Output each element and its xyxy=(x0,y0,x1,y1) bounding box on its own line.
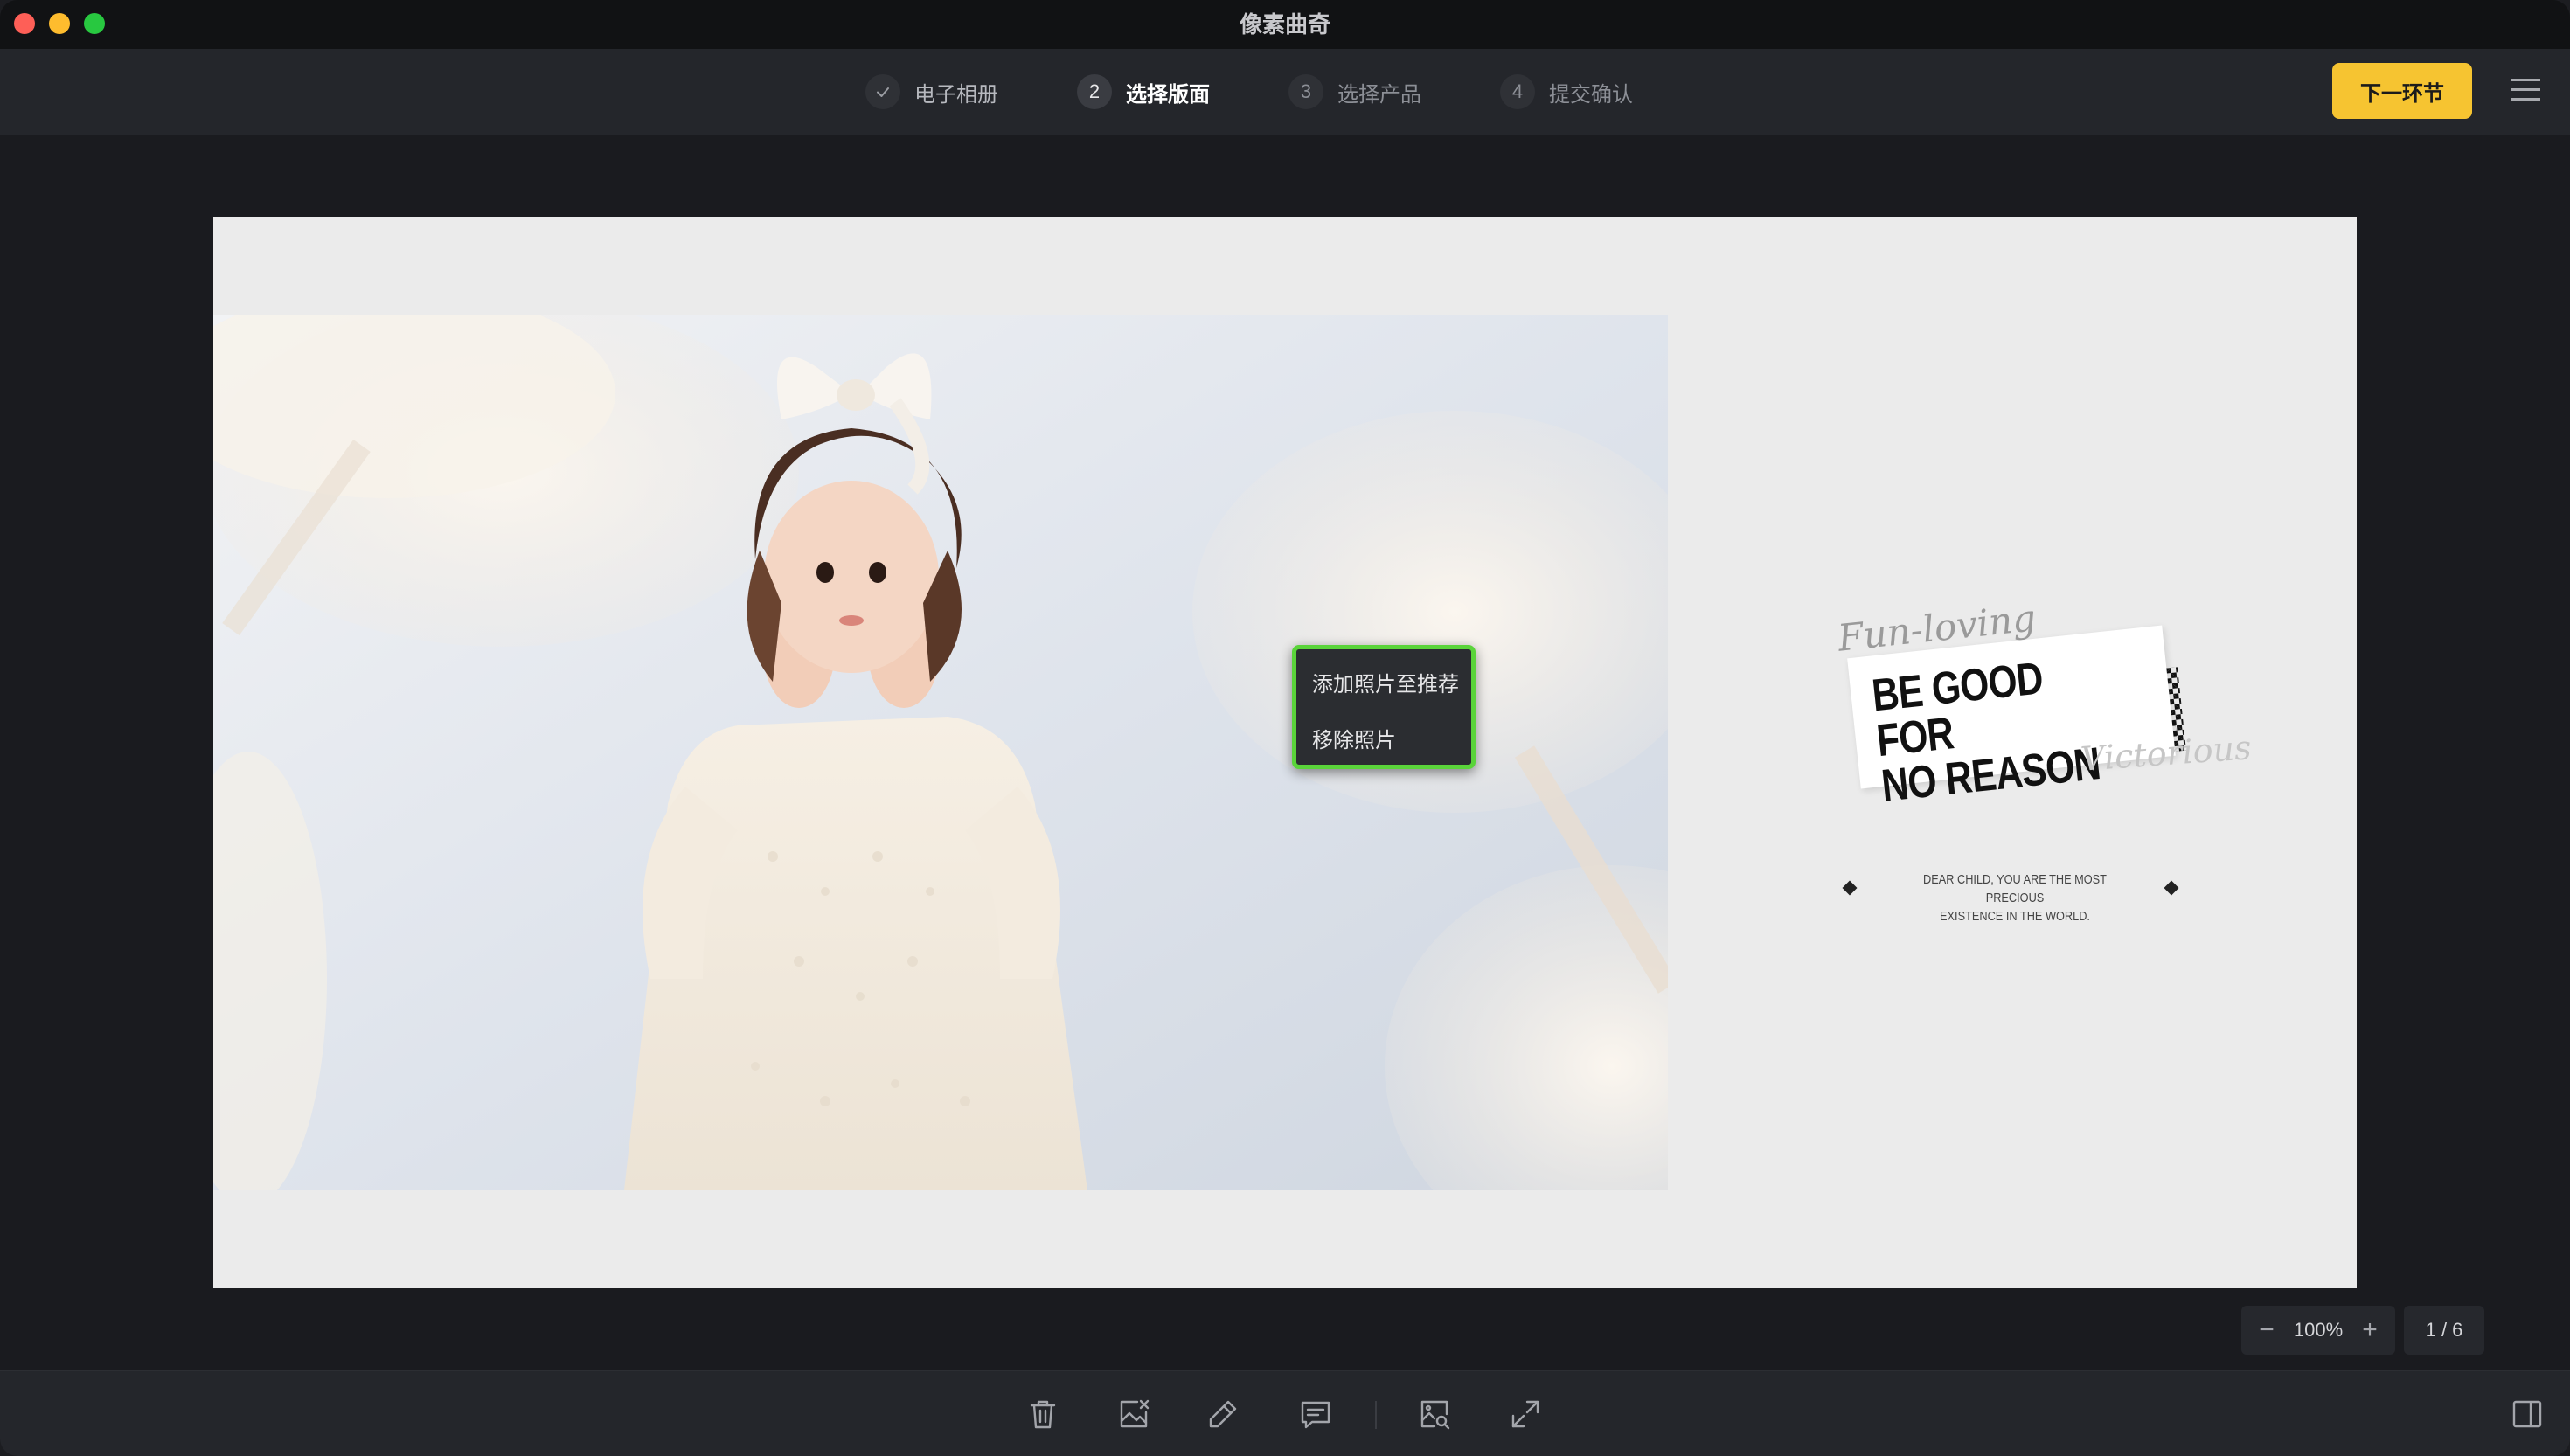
app-window: 像素曲奇 电子相册 2 选择版面 3 选择产品 4 提交确认 下一环节 Fun-… xyxy=(0,0,2570,1456)
text-comment-icon[interactable] xyxy=(1295,1394,1336,1434)
zoom-out-button[interactable]: − xyxy=(2254,1315,2280,1344)
layout-page[interactable]: Fun-loving BE GOOD FOR NO REASON Victori… xyxy=(213,217,2357,1288)
next-step-button[interactable]: 下一环节 xyxy=(2332,63,2472,119)
toolbar-divider xyxy=(1375,1401,1377,1429)
app-title: 像素曲奇 xyxy=(1239,11,1330,38)
step-number: 2 xyxy=(1077,74,1112,109)
step-number: 3 xyxy=(1288,74,1323,109)
hamburger-menu-icon[interactable] xyxy=(2509,75,2542,105)
step-label: 选择版面 xyxy=(1126,82,1210,107)
menu-item-remove-photo[interactable]: 移除照片 xyxy=(1312,723,1469,753)
sticker-headline: BE GOOD FOR NO REASON xyxy=(1870,648,2125,812)
diamond-ornament-right xyxy=(2164,880,2179,896)
step-number: 4 xyxy=(1500,74,1535,109)
sticker-decoration[interactable]: Fun-loving BE GOOD FOR NO REASON Victori… xyxy=(1827,596,2253,812)
step-product[interactable]: 3 选择产品 xyxy=(1288,74,1421,109)
side-panel-icon[interactable] xyxy=(2507,1394,2547,1434)
page-indicator[interactable]: 1 / 6 xyxy=(2404,1306,2484,1355)
zoom-in-button[interactable]: + xyxy=(2357,1315,2383,1344)
caption-line-2: EXISTENCE IN THE WORLD. xyxy=(1940,909,2090,924)
step-confirm[interactable]: 4 提交确认 xyxy=(1500,74,1633,109)
title-bar: 像素曲奇 xyxy=(0,0,2570,49)
step-label: 选择产品 xyxy=(1337,82,1421,107)
menu-item-add-to-recommended[interactable]: 添加照片至推荐 xyxy=(1312,667,1469,697)
bottom-toolbar xyxy=(0,1370,2570,1456)
caption-text: DEAR CHILD, YOU ARE THE MOST PRECIOUS EX… xyxy=(1900,870,2130,926)
zoom-control: − 100% + xyxy=(2241,1306,2395,1355)
check-icon xyxy=(865,74,900,109)
caption-block[interactable]: DEAR CHILD, YOU ARE THE MOST PRECIOUS EX… xyxy=(1842,869,2185,924)
step-album[interactable]: 电子相册 xyxy=(865,74,998,109)
step-label: 提交确认 xyxy=(1549,82,1633,107)
caption-line-1: DEAR CHILD, YOU ARE THE MOST PRECIOUS xyxy=(1923,872,2107,905)
zoom-level: 100% xyxy=(2293,1319,2344,1341)
edit-pencil-icon[interactable] xyxy=(1203,1394,1243,1434)
steps-header: 电子相册 2 选择版面 3 选择产品 4 提交确认 xyxy=(0,49,2570,135)
step-navigation: 电子相册 2 选择版面 3 选择产品 4 提交确认 xyxy=(865,49,1712,135)
trash-icon[interactable] xyxy=(1023,1394,1063,1434)
step-label: 电子相册 xyxy=(914,82,998,107)
replace-image-icon[interactable] xyxy=(1114,1394,1154,1434)
step-layout[interactable]: 2 选择版面 xyxy=(1077,74,1210,109)
diamond-ornament-left xyxy=(1842,880,1858,896)
fullscreen-expand-icon[interactable] xyxy=(1505,1394,1545,1434)
photo-context-menu: 添加照片至推荐 移除照片 xyxy=(1292,645,1476,769)
image-search-icon[interactable] xyxy=(1414,1394,1455,1434)
